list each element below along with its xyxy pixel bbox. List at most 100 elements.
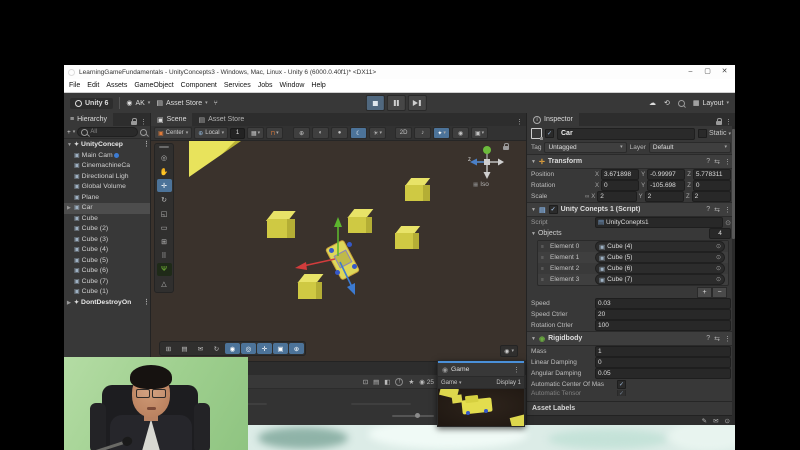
snap-increment-field[interactable]: 1 [230,128,245,139]
object-field[interactable]: ▣Cube (6)⊙ [595,263,725,274]
version-control-icon[interactable]: ⑂ [214,100,218,107]
transform-tool-button[interactable]: ⊞ [157,235,172,248]
rotate-tool-button[interactable]: ↻ [157,193,172,206]
slider-knob[interactable] [415,413,420,418]
presets-icon[interactable]: ⇆ [714,158,720,166]
scene-visibility-toggle[interactable]: ◉ [452,127,469,139]
overlay-tool-1[interactable]: ⊞ [161,343,176,354]
grid-visibility-button[interactable]: ▦▾ [247,127,264,139]
minimize-button[interactable]: – [684,65,697,79]
hidden-count[interactable]: ◉ 25 [419,378,434,386]
light-settings-dropdown[interactable]: ☀▾ [369,127,386,139]
kebab-menu-icon[interactable]: ⋮ [724,158,731,166]
help-icon[interactable]: ? [706,158,710,166]
hierarchy-item-cube-7[interactable]: ▣Cube (7) [64,277,150,288]
overlay-tool-9[interactable]: ⊕ [289,343,304,354]
objects-foldout-row[interactable]: ▼ Objects 4 [527,228,735,239]
pick-icon[interactable] [140,129,147,136]
scrollbar-thumb[interactable] [732,129,735,239]
hierarchy-item-cube[interactable]: ▣Cube [64,214,150,225]
space-toggle[interactable]: ⊕Local▾ [194,127,228,139]
script-object-field[interactable]: ▤ UnityConepts1 [595,217,723,228]
script-component-header[interactable]: ▼ ▤ ✓ Unity Conepts 1 (Script) ?⇆⋮ [527,202,735,217]
tab-asset-store[interactable]: ▤Asset Store [192,113,250,126]
kebab-menu-icon[interactable]: ⋮ [143,140,150,151]
menu-services[interactable]: Services [224,82,251,89]
hierarchy-item-cinemachine[interactable]: ▣CinemachineCa [64,161,150,172]
pick-square-icon[interactable]: ⊡ [363,378,368,386]
rotation-z-field[interactable]: 0 [693,180,731,191]
play-button[interactable] [365,95,384,111]
constrain-proportions-icon[interactable]: ∞ [585,194,589,200]
fog-toggle[interactable]: ● [331,127,348,139]
game-viewport[interactable] [438,389,524,426]
object-picker-icon[interactable]: ⊙ [716,254,721,261]
view-tool-button[interactable]: ◎ [157,151,172,164]
scale-tool-button[interactable]: ◱ [157,207,172,220]
drag-handle-icon[interactable]: ≡ [541,266,547,272]
kebab-menu-icon[interactable]: ⋮ [724,335,731,343]
object-field[interactable]: ▣Cube (5)⊙ [595,252,725,263]
2d-toggle[interactable]: 2D [395,127,412,139]
kebab-menu-icon[interactable]: ⋮ [725,118,732,126]
move-gizmo[interactable] [291,211,371,299]
gameobject-name-field[interactable]: Car [557,128,695,140]
info-icon[interactable]: ! [395,378,403,386]
skybox-toggle[interactable]: ◐ [312,127,329,139]
hierarchy-item-dontdestroy[interactable]: ▶✦DontDestroyOn⋮ [64,298,150,309]
help-icon[interactable]: ? [706,335,710,343]
foldout-icon[interactable]: ▶ [67,298,74,309]
add-gameobject-button[interactable]: + [67,129,71,136]
add-element-button[interactable]: + [697,287,712,298]
static-checkbox[interactable] [698,129,707,138]
game-tab-label[interactable]: Game [451,366,470,373]
menu-file[interactable]: File [69,82,80,89]
unity-version-badge[interactable]: Unity 6 [70,98,113,109]
scale-x-field[interactable]: 2 [597,191,636,202]
rotation-ctrler-field[interactable]: 100 [595,320,731,331]
overlay-tool-4[interactable]: ↻ [209,343,224,354]
pivot-toggle[interactable]: ▣Center▾ [154,127,192,139]
position-y-field[interactable]: -0.99997 [647,169,685,180]
menu-help[interactable]: Help [311,82,325,89]
menu-gameobject[interactable]: GameObject [134,82,173,89]
overlay-tool-2[interactable]: ▤ [177,343,192,354]
probuilder-tool-button[interactable]: Ψ [157,263,172,276]
lighting-toggle[interactable]: ☾ [350,127,367,139]
position-x-field[interactable]: 3.671898 [601,169,639,180]
hierarchy-item-cube-4[interactable]: ▣Cube (4) [64,245,150,256]
hierarchy-item-cube-1[interactable]: ▣Cube (1) [64,287,150,298]
kebab-menu-icon[interactable]: ⋮ [143,298,150,309]
speed-ctrler-field[interactable]: 20 [595,309,731,320]
gizmo-z-label[interactable]: z [468,157,471,163]
array-size-field[interactable]: 4 [709,228,731,239]
hierarchy-item-cube-5[interactable]: ▣Cube (5) [64,256,150,267]
available-tools-button[interactable]: △ [157,277,172,290]
maximize-button[interactable]: ▢ [701,65,714,79]
auto-tensor-checkbox[interactable]: ✓ [617,390,626,396]
custom-tool-button[interactable]: ⠿ [157,249,172,262]
kebab-menu-icon[interactable]: ⋮ [513,366,520,374]
mail-icon[interactable]: ✉ [713,417,718,425]
hand-tool-button[interactable]: ✋ [157,165,172,178]
foldout-icon[interactable]: ▼ [531,336,536,342]
overlay-tool-5[interactable]: ◉ [225,343,240,354]
pause-button[interactable] [386,95,405,111]
snap-settings-button[interactable]: ⊓▾ [266,127,283,139]
move-tool-button[interactable]: ✛ [157,179,172,192]
scene-object-wall[interactable] [189,141,241,177]
drag-handle-icon[interactable]: ≡ [541,277,547,283]
drag-handle-icon[interactable]: ≡ [541,255,547,261]
overlay-tool-8[interactable]: ▣ [273,343,288,354]
angular-damping-field[interactable]: 0.05 [595,368,731,379]
scale-y-field[interactable]: 2 [645,191,684,202]
transform-component-header[interactable]: ▼ ✛ Transform ?⇆⋮ [527,154,735,169]
foldout-icon[interactable]: ▼ [531,159,536,165]
menu-edit[interactable]: Edit [87,82,99,89]
game-mode-dropdown[interactable]: Game ▾ [441,380,462,386]
overlay-tool-7[interactable]: ✛ [257,343,272,354]
foldout-icon[interactable]: ▼ [531,207,536,213]
scene-object-cube[interactable] [395,226,421,250]
layout-dropdown[interactable]: ▦Layout▾ [693,99,729,107]
rect-tool-button[interactable]: ▭ [157,221,172,234]
